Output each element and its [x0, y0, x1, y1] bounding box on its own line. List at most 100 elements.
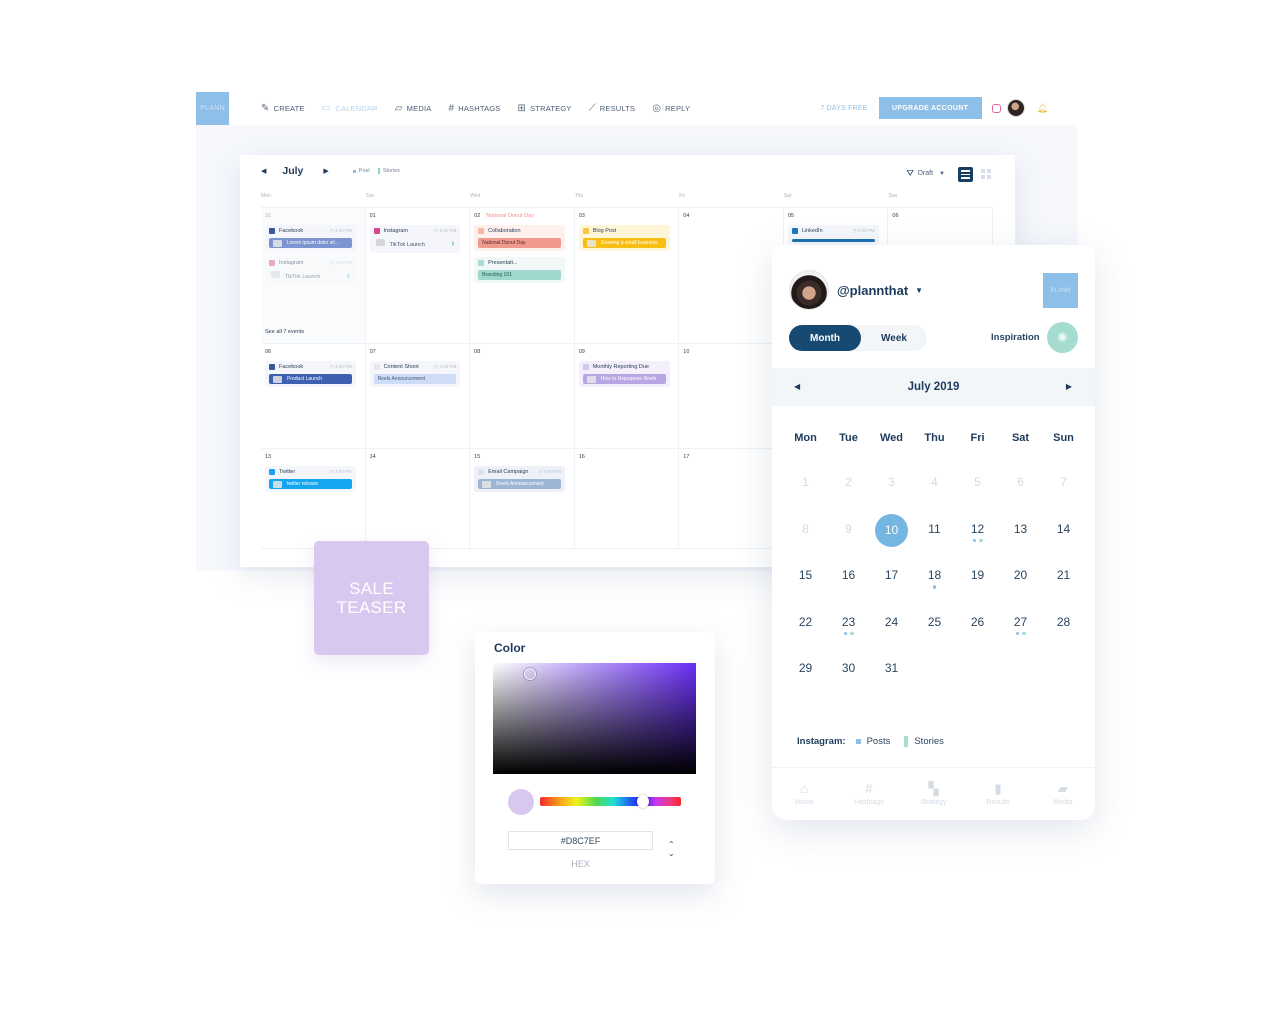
- calendar-day[interactable]: 8: [784, 520, 827, 567]
- event-card[interactable]: LinkedIn ◷ 2:00 PM: [787, 225, 879, 245]
- event-content-bar[interactable]: [791, 239, 875, 242]
- calendar-day[interactable]: 21: [1042, 566, 1085, 613]
- calendar-day[interactable]: 24: [870, 613, 913, 660]
- calendar-day-cell[interactable]: 10: [679, 344, 784, 449]
- upgrade-account-button[interactable]: UPGRADE ACCOUNT: [878, 97, 982, 119]
- view-option-week[interactable]: Week: [861, 325, 927, 351]
- nav-item-hashtags[interactable]: # HASHTAGS: [448, 103, 500, 114]
- tab-strategy[interactable]: ▚ Strategy: [901, 768, 966, 820]
- inspiration-button[interactable]: ✺: [1047, 322, 1078, 353]
- next-month-button[interactable]: ▶: [323, 167, 328, 175]
- event-content-bar[interactable]: Product Launch: [269, 374, 352, 384]
- saturation-value-handle[interactable]: [524, 668, 536, 680]
- nav-item-results[interactable]: ⟋ RESULTS: [589, 103, 636, 114]
- calendar-day[interactable]: 31: [870, 659, 913, 706]
- chevron-down-icon[interactable]: ⌄: [668, 849, 675, 858]
- calendar-day[interactable]: 26: [956, 613, 999, 660]
- view-option-month[interactable]: Month: [789, 325, 861, 351]
- color-format-stepper[interactable]: ⌃ ⌄: [668, 840, 675, 858]
- tab-results[interactable]: ▮ Results: [966, 768, 1031, 820]
- calendar-day-cell[interactable]: 06 Facebook ◷ 4:00 PM Product Launch: [261, 344, 366, 449]
- calendar-day[interactable]: 17: [870, 566, 913, 613]
- calendar-day[interactable]: 3: [870, 473, 913, 520]
- calendar-day-cell[interactable]: 16: [574, 449, 680, 549]
- calendar-day[interactable]: 22: [784, 613, 827, 660]
- calendar-day[interactable]: 9: [827, 520, 870, 567]
- calendar-day[interactable]: 23: [827, 613, 870, 660]
- calendar-day[interactable]: 20: [999, 566, 1042, 613]
- prev-month-button[interactable]: ◀: [794, 382, 800, 391]
- calendar-day[interactable]: 25: [913, 613, 956, 660]
- nav-item-media[interactable]: ▱ MEDIA: [395, 103, 432, 114]
- calendar-day-cell[interactable]: 14: [365, 449, 471, 549]
- calendar-day-cell[interactable]: 02 National Donut Day Collaboration Nationa…: [470, 208, 575, 344]
- event-card[interactable]: Monthly Reporting Due How to Repurpose Re…: [578, 361, 670, 387]
- calendar-day-cell[interactable]: 03 Blog Post Growing a small business: [574, 208, 680, 344]
- calendar-day[interactable]: 2: [827, 473, 870, 520]
- calendar-day-cell[interactable]: 09 Monthly Reporting Due How to Repurpose …: [574, 344, 680, 449]
- plann-logo[interactable]: PLANN: [196, 91, 229, 125]
- nav-item-strategy[interactable]: ⊞ STRATEGY: [518, 103, 572, 114]
- event-content-bar[interactable]: twitter release: [269, 479, 352, 489]
- calendar-day[interactable]: 4: [913, 473, 956, 520]
- event-content-bar[interactable]: Reels Announcement: [478, 479, 561, 489]
- event-card[interactable]: Content Shoot ◷ 4:00 PM Reels Announcement: [369, 361, 461, 387]
- calendar-day[interactable]: 28: [1042, 613, 1085, 660]
- calendar-day[interactable]: 1: [784, 473, 827, 520]
- calendar-day-cell[interactable]: 31 Facebook ◷ 4:00 PM Lorem ipsum dolor sit…: [261, 208, 366, 344]
- event-content-bar[interactable]: Branding 101: [478, 270, 561, 280]
- sale-teaser-tile[interactable]: SALE TEASER: [314, 541, 429, 655]
- event-card[interactable]: Blog Post Growing a small business: [578, 225, 670, 251]
- user-avatar[interactable]: [1006, 99, 1025, 117]
- calendar-day-cell[interactable]: 17: [679, 449, 784, 549]
- calendar-day-cell[interactable]: 04: [679, 208, 784, 344]
- calendar-day[interactable]: 30: [827, 659, 870, 706]
- event-card[interactable]: Instagram ◷ 5:00 PM TikTok Launch ▮: [369, 225, 461, 253]
- next-month-button[interactable]: ▶: [1066, 382, 1072, 391]
- tab-hashtags[interactable]: # Hashtags: [837, 768, 902, 820]
- calendar-day-cell[interactable]: 15 Email Campaign ◷ 4:00 PM Reels Announcem…: [470, 449, 575, 549]
- calendar-day[interactable]: 29: [784, 659, 827, 706]
- event-card[interactable]: Presentati... Branding 101: [474, 257, 565, 283]
- event-card[interactable]: Email Campaign ◷ 4:00 PM Reels Announcemen…: [474, 466, 565, 492]
- calendar-day[interactable]: 5: [956, 473, 999, 520]
- nav-item-calendar[interactable]: ▭ CALENDAR: [322, 103, 378, 114]
- calendar-day[interactable]: 11: [913, 520, 956, 567]
- event-content-bar[interactable]: National Donut Day: [478, 238, 561, 248]
- event-content-bar[interactable]: Reels Announcement: [373, 374, 457, 384]
- tab-home[interactable]: ⌂ Home: [772, 768, 837, 820]
- see-all-events-link[interactable]: See all 7 events: [265, 329, 304, 335]
- saturation-value-area[interactable]: [493, 663, 696, 774]
- calendar-day[interactable]: 14: [1042, 520, 1085, 567]
- account-switcher[interactable]: @plannthat ▼: [837, 283, 923, 298]
- selected-day[interactable]: 10: [870, 513, 913, 567]
- event-card[interactable]: Collaboration National Donut Day: [474, 225, 565, 251]
- calendar-day-cell[interactable]: 01 Instagram ◷ 5:00 PM TikTok Launch ▮: [365, 208, 471, 344]
- tab-media[interactable]: ▰ Media: [1030, 768, 1095, 820]
- calendar-day[interactable]: 18: [913, 566, 956, 613]
- profile-avatar[interactable]: [789, 270, 829, 310]
- calendar-day[interactable]: 27: [999, 613, 1042, 660]
- event-subitem[interactable]: TikTok Launch ▮: [269, 269, 352, 282]
- nav-item-reply[interactable]: ◎ REPLY: [652, 103, 690, 114]
- event-card[interactable]: Facebook ◷ 4:00 PM Lorem ipsum dolor sit..…: [265, 225, 356, 251]
- event-content-bar[interactable]: How to Repurpose Reels: [582, 374, 666, 384]
- event-content-bar[interactable]: Lorem ipsum dolor sit...: [269, 238, 352, 248]
- chevron-up-icon[interactable]: ⌃: [668, 840, 675, 849]
- hue-slider[interactable]: [540, 795, 681, 808]
- status-filter-dropdown[interactable]: ⛛ Draft ▼: [906, 168, 945, 179]
- event-card[interactable]: Twitter ◷ 2:00 PM twitter release: [265, 466, 356, 492]
- calendar-day[interactable]: 15: [784, 566, 827, 613]
- nav-item-create[interactable]: ✎ CREATE: [261, 103, 305, 114]
- calendar-day-cell[interactable]: 13 Twitter ◷ 2:00 PM twitter release: [261, 449, 366, 549]
- event-content-bar[interactable]: Growing a small business: [582, 238, 666, 248]
- hex-input[interactable]: [508, 831, 653, 850]
- calendar-day-cell[interactable]: 07 Content Shoot ◷ 4:00 PM Reels Announceme…: [365, 344, 471, 449]
- calendar-day[interactable]: 16: [827, 566, 870, 613]
- grid-view-toggle[interactable]: [980, 168, 991, 179]
- hue-slider-handle[interactable]: [636, 795, 649, 808]
- prev-month-button[interactable]: ◀: [261, 167, 266, 175]
- list-view-toggle[interactable]: [958, 167, 973, 182]
- calendar-day-cell[interactable]: 08: [470, 344, 575, 449]
- instagram-icon[interactable]: [991, 103, 1001, 113]
